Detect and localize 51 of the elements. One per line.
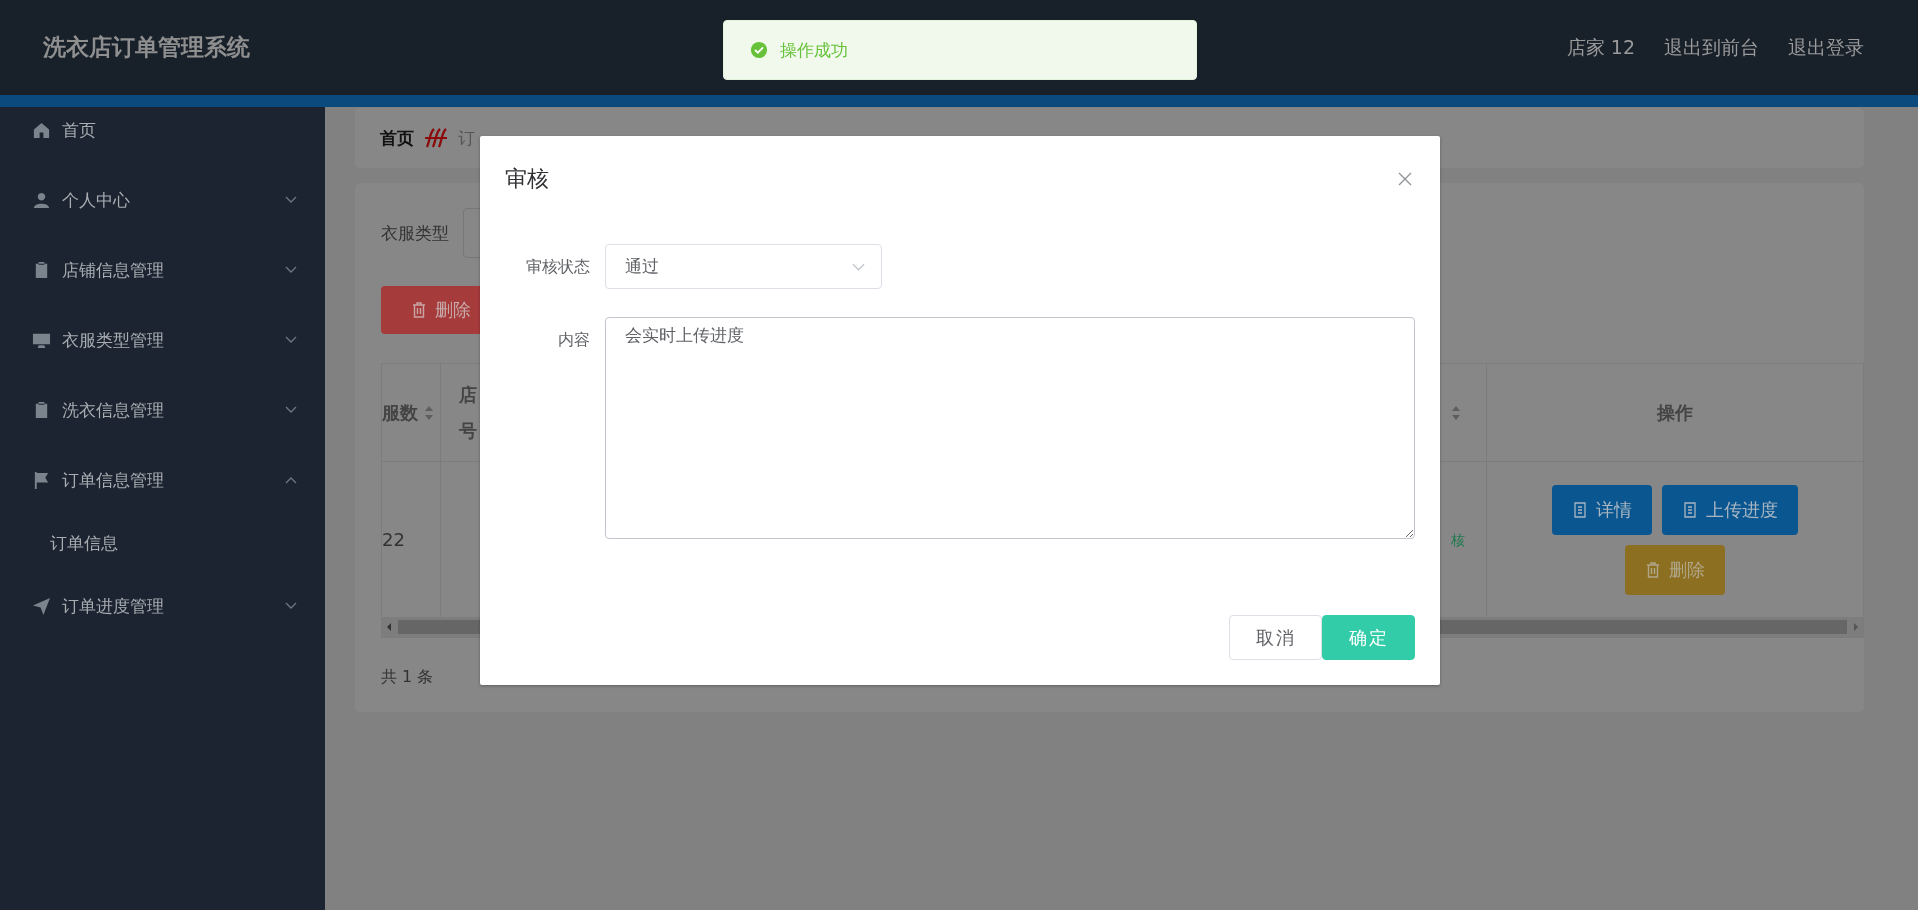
column-header: 操作 [1657,400,1693,425]
chevron-down-icon [285,602,297,610]
document-icon [1572,501,1588,518]
trash-icon [411,302,427,318]
field-label: 内容 [557,329,591,351]
toast-message: 操作成功 [780,38,848,62]
sort-icon[interactable] [424,404,434,421]
chevron-down-icon [285,336,297,344]
chevron-down-icon [285,196,297,204]
content-textarea[interactable]: 会实时上传进度 [605,317,1415,539]
sidebar-item[interactable]: 店铺信息管理 [0,235,325,305]
status-text: 核 [1451,531,1465,550]
user-icon [32,190,51,210]
sidebar-item[interactable]: 个人中心 [0,165,325,235]
flag-icon [32,470,51,490]
paper-plane-icon [32,596,51,616]
status-select[interactable]: 通过 [605,244,882,289]
chevron-down-icon [852,262,865,271]
dialog-title: 审核 [505,165,549,193]
sidebar-item[interactable]: 衣服类型管理 [0,305,325,375]
chevron-down-icon [285,406,297,414]
header-link[interactable]: 退出登录 [1788,34,1864,61]
action-button[interactable]: 上传进度 [1662,484,1798,535]
close-icon[interactable] [1398,172,1412,186]
table-cell: 22 [382,529,405,550]
column-header: 店号 [459,382,477,443]
separator-icon [424,128,448,148]
breadcrumb-item[interactable]: 首页 [380,126,414,150]
sidebar-item[interactable]: 首页 [0,95,325,165]
home-icon [32,120,51,140]
scroll-left-icon[interactable] [386,622,392,632]
sidebar-item[interactable]: 订单进度管理 [0,571,325,641]
chevron-up-icon [285,476,297,484]
sidebar-item[interactable]: 洗衣信息管理 [0,375,325,445]
sidebar-item[interactable]: 订单信息管理 [0,445,325,515]
action-button[interactable]: 详情 [1552,484,1652,535]
column-header: 服数 [382,400,418,425]
cancel-button[interactable]: 取消 [1229,615,1322,660]
app-title: 洗衣店订单管理系统 [43,33,250,62]
chevron-down-icon [285,266,297,274]
filter-label: 衣服类型 [381,221,449,245]
scroll-right-icon[interactable] [1853,622,1859,632]
header-link[interactable]: 退出到前台 [1664,34,1759,61]
submenu-item[interactable]: 订单信息 [0,515,325,571]
sort-icon[interactable] [1451,404,1461,421]
document-icon [1682,501,1698,518]
trash-icon [1645,561,1661,578]
field-label: 审核状态 [525,256,591,278]
user-name-link[interactable]: 店家 12 [1566,34,1635,61]
total-count: 共 1 条 [381,666,434,688]
check-circle-icon [750,41,768,59]
